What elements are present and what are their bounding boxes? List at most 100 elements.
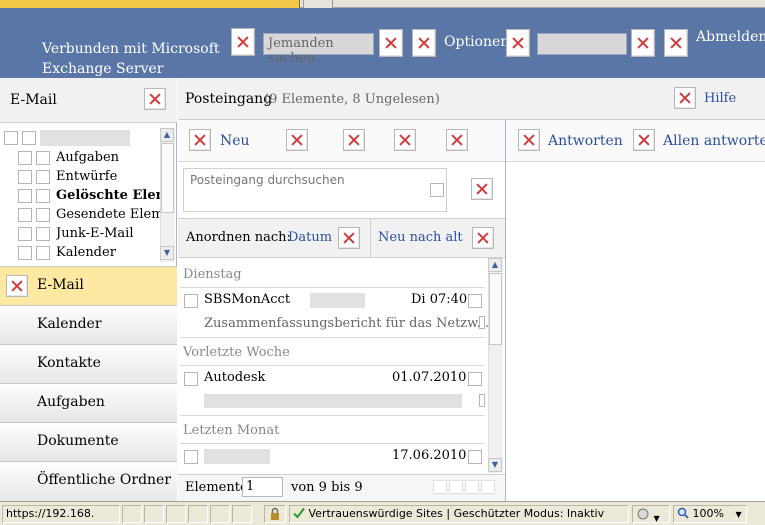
browser-tab-active[interactable] bbox=[0, 0, 300, 8]
search-people-input[interactable]: Jemanden suchen bbox=[263, 33, 374, 66]
logout-link[interactable]: Abmelden bbox=[696, 29, 765, 45]
message-sender[interactable]: Autodesk bbox=[204, 370, 265, 385]
message-preview[interactable]: Zusammenfassungsbericht für das Netzw... bbox=[204, 316, 489, 331]
message-date: 01.07.2010 bbox=[392, 370, 467, 385]
sort-field-dropdown-icon[interactable] bbox=[338, 227, 360, 249]
status-cell bbox=[232, 505, 252, 523]
connection-status-line1: Verbunden mit Microsoft bbox=[42, 41, 220, 57]
status-cell bbox=[144, 505, 164, 523]
zoom-dropdown-icon[interactable]: ▼ bbox=[735, 510, 741, 519]
scroll-down-arrow-icon[interactable]: ▼ bbox=[488, 458, 502, 472]
group-header: Dienstag bbox=[183, 267, 242, 282]
scroll-down-arrow-icon[interactable]: ▼ bbox=[160, 246, 174, 260]
browser-tab[interactable] bbox=[303, 0, 333, 8]
reply-all-icon[interactable] bbox=[633, 129, 655, 151]
toolbar-icon[interactable] bbox=[394, 129, 416, 151]
broken-image-icon bbox=[631, 29, 655, 57]
sort-field-link[interactable]: Datum bbox=[288, 230, 332, 245]
nav-documents-button[interactable]: Dokumente bbox=[0, 422, 177, 461]
reply-icon[interactable] bbox=[518, 129, 540, 151]
protected-mode-icon[interactable]: ▼ bbox=[632, 505, 670, 523]
folder-calendar[interactable]: Kalender bbox=[56, 245, 160, 260]
message-flag-icon[interactable] bbox=[468, 450, 482, 464]
message-checkbox[interactable] bbox=[184, 372, 198, 386]
page-number-input[interactable]: 1 bbox=[242, 477, 283, 497]
group-header: Vorletzte Woche bbox=[183, 345, 290, 360]
nav-tasks-label: Aufgaben bbox=[37, 394, 105, 410]
nav-contacts-button[interactable]: Kontakte bbox=[0, 344, 177, 383]
redacted-preview[interactable] bbox=[204, 394, 462, 408]
nav-email-button[interactable]: E-Mail bbox=[0, 266, 177, 305]
broken-image-icon bbox=[231, 28, 255, 56]
toolbar-icon[interactable] bbox=[343, 129, 365, 151]
reading-pane bbox=[505, 120, 765, 501]
items-range: von 9 bis 9 bbox=[291, 480, 363, 495]
mailbox-name-redacted[interactable] bbox=[40, 130, 130, 146]
folder-drafts[interactable]: Entwürfe bbox=[56, 169, 160, 184]
collapse-pane-icon[interactable] bbox=[144, 88, 166, 110]
options-link[interactable]: Optionen bbox=[444, 34, 509, 50]
tree-expander bbox=[18, 170, 32, 184]
folder-tasks[interactable]: Aufgaben bbox=[56, 150, 160, 165]
sort-label: Anordnen nach: bbox=[186, 230, 291, 245]
help-link[interactable]: Hilfe bbox=[704, 91, 736, 106]
status-cell bbox=[188, 505, 208, 523]
status-cell bbox=[166, 505, 186, 523]
new-message-icon[interactable] bbox=[189, 129, 211, 151]
separator bbox=[180, 337, 485, 338]
folder-icon bbox=[36, 151, 50, 165]
scrollbar-thumb[interactable] bbox=[489, 273, 502, 345]
folder-icon bbox=[36, 170, 50, 184]
folder-icon bbox=[36, 246, 50, 260]
status-url: https://192.168. bbox=[2, 505, 120, 523]
redacted-sender[interactable] bbox=[204, 449, 270, 464]
first-page-icon[interactable] bbox=[433, 480, 447, 494]
toolbar-icon[interactable] bbox=[446, 129, 468, 151]
left-pane-title: E-Mail bbox=[10, 92, 57, 108]
message-date: Di 07:40 bbox=[411, 292, 468, 307]
last-page-icon[interactable] bbox=[481, 480, 495, 494]
security-zone[interactable]: Vertrauenswürdige Sites | Geschützter Mo… bbox=[289, 505, 629, 523]
search-people-button-icon[interactable] bbox=[379, 29, 403, 57]
tree-expander bbox=[18, 246, 32, 260]
zoom-level: 100% bbox=[692, 507, 724, 520]
message-flag-icon[interactable] bbox=[468, 372, 482, 386]
inbox-search-input[interactable]: Posteingang durchsuchen bbox=[183, 168, 447, 212]
zoom-control[interactable]: 100% ▼ bbox=[673, 505, 747, 523]
items-label: Elemente bbox=[185, 480, 248, 495]
help-icon[interactable] bbox=[674, 87, 696, 109]
previous-page-icon[interactable] bbox=[449, 480, 463, 494]
folder-junk-email[interactable]: Junk-E-Mail bbox=[56, 226, 160, 241]
message-date: 17.06.2010 bbox=[392, 448, 467, 463]
separator bbox=[180, 415, 485, 416]
folder-sent-items[interactable]: Gesendete Elemente bbox=[56, 207, 160, 222]
status-cell bbox=[210, 505, 230, 523]
scrollbar-thumb[interactable] bbox=[161, 143, 174, 213]
new-message-button[interactable]: Neu bbox=[220, 133, 250, 149]
reply-all-button[interactable]: Allen antworten bbox=[663, 133, 765, 149]
scroll-up-arrow-icon[interactable]: ▲ bbox=[488, 258, 502, 272]
options-icon[interactable] bbox=[412, 29, 436, 57]
message-flag-icon[interactable] bbox=[468, 294, 482, 308]
security-lock-icon[interactable] bbox=[264, 505, 286, 523]
search-option-icon[interactable] bbox=[430, 183, 444, 197]
sort-order-icon[interactable] bbox=[472, 227, 494, 249]
sort-order-link[interactable]: Neu nach alt bbox=[378, 230, 463, 245]
toolbar-icon[interactable] bbox=[286, 129, 308, 151]
folder-deleted-items[interactable]: Gelöschte Elemente bbox=[56, 188, 160, 203]
reply-button[interactable]: Antworten bbox=[548, 133, 623, 149]
nav-tasks-button[interactable]: Aufgaben bbox=[0, 383, 177, 422]
scroll-up-arrow-icon[interactable]: ▲ bbox=[160, 128, 174, 142]
tree-expander[interactable] bbox=[4, 131, 18, 145]
logout-icon[interactable] bbox=[664, 29, 688, 57]
message-checkbox[interactable] bbox=[184, 294, 198, 308]
message-sender[interactable]: SBSMonAcct bbox=[204, 292, 290, 307]
nav-public-folders-button[interactable]: Öffentliche Ordner bbox=[0, 461, 177, 501]
message-checkbox[interactable] bbox=[184, 450, 198, 464]
search-button-icon[interactable] bbox=[471, 178, 493, 200]
next-page-icon[interactable] bbox=[465, 480, 479, 494]
nav-calendar-button[interactable]: Kalender bbox=[0, 305, 177, 344]
nav-contacts-label: Kontakte bbox=[37, 355, 101, 371]
separator bbox=[180, 287, 485, 288]
sort-divider bbox=[370, 218, 371, 258]
